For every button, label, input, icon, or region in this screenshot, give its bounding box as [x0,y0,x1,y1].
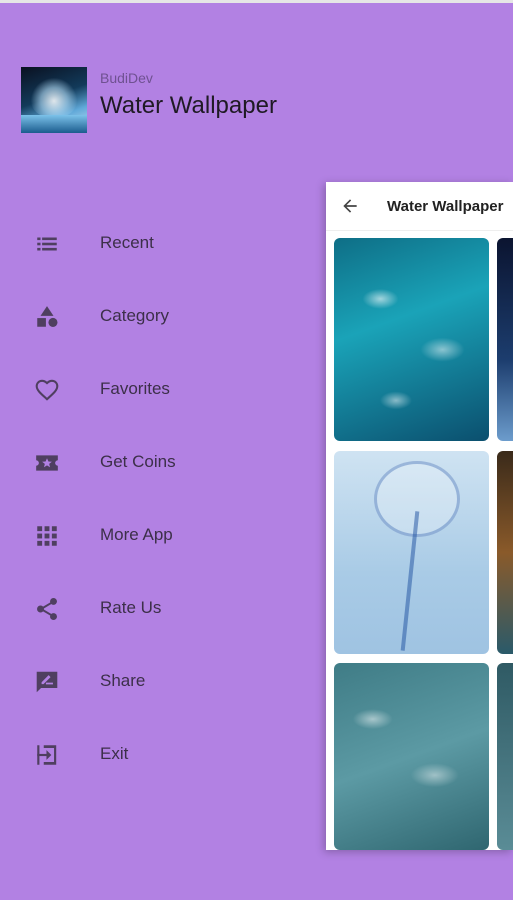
menu-label-get-coins: Get Coins [100,452,176,471]
status-bar-edge [0,0,513,3]
menu-item-recent[interactable]: Recent [0,218,320,268]
menu-label-share: Share [100,671,146,690]
menu-label-category: Category [100,306,169,325]
main-content-preview[interactable]: Water Wallpaper [326,182,513,850]
menu-item-more-app[interactable]: More App [0,510,320,560]
water-pool-graphic [21,115,87,133]
list-icon [37,237,57,251]
shapes-icon [37,306,58,327]
menu-item-exit[interactable]: Exit [0,729,320,779]
heart-icon [35,379,59,401]
app-title: Water Wallpaper [100,92,277,119]
menu-label-favorites: Favorites [100,379,170,398]
exit-icon [37,745,57,765]
share-icon [37,597,57,621]
water-splash-graphic [31,77,77,117]
ticket-star-icon [36,455,58,471]
wallpaper-thumbnail[interactable] [497,663,513,850]
developer-name: BudiDev [100,70,153,86]
grid-icon [37,526,57,546]
wallpaper-thumbnail[interactable] [497,451,513,654]
menu-label-more-app: More App [100,525,173,544]
menu-label-exit: Exit [100,744,129,763]
wallpaper-thumbnail[interactable] [334,451,489,654]
menu-label-rate-us: Rate Us [100,598,162,617]
main-toolbar: Water Wallpaper [326,182,513,231]
menu-item-category[interactable]: Category [0,291,320,341]
app-icon [21,67,87,133]
menu-item-get-coins[interactable]: Get Coins [0,437,320,487]
main-toolbar-title: Water Wallpaper [387,198,504,215]
feedback-icon [36,671,58,693]
wallpaper-thumbnail[interactable] [334,663,489,850]
wallpaper-thumbnail[interactable] [334,238,489,441]
menu-item-favorites[interactable]: Favorites [0,364,320,414]
menu-item-share[interactable]: Share [0,656,320,706]
back-arrow-icon[interactable] [340,196,360,216]
menu-item-rate-us[interactable]: Rate Us [0,583,320,633]
menu-label-recent: Recent [100,233,154,252]
wallpaper-thumbnail[interactable] [497,238,513,441]
